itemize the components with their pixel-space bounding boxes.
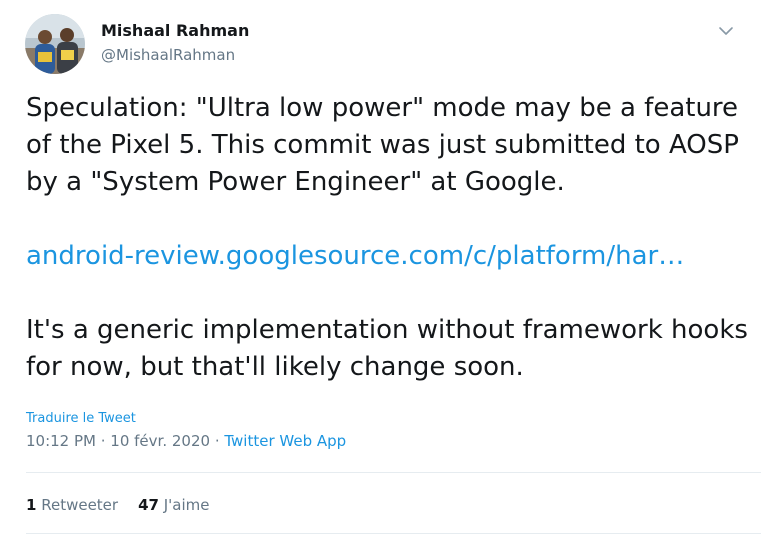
chevron-down-icon[interactable] [714, 20, 738, 42]
tweet-time[interactable]: 10:12 PM [26, 432, 96, 450]
tweet-text-line: by a "System Power Engineer" at Google. [26, 167, 565, 197]
divider [26, 533, 761, 534]
retweets-label: Retweeter [41, 496, 119, 514]
tweet-text-line: Speculation: "Ultra low power" mode may … [26, 93, 739, 123]
tweet-text: Speculation: "Ultra low power" mode may … [26, 90, 748, 386]
tweet-date[interactable]: 10 févr. 2020 [110, 432, 210, 450]
tweet-stats: 1 Retweeter 47 J'aime [26, 496, 210, 514]
likes-label: J'aime [163, 496, 210, 514]
divider [26, 472, 761, 473]
likes-stat[interactable]: 47 J'aime [138, 496, 209, 514]
author-handle[interactable]: @MishaalRahman [101, 46, 235, 64]
source-app-link[interactable]: Twitter Web App [224, 432, 346, 450]
tweet-text-line: of the Pixel 5. This commit was just sub… [26, 130, 739, 160]
tweet-card: Mishaal Rahman @MishaalRahman Speculatio… [0, 0, 761, 537]
tweet-text-line: for now, but that'll likely change soon. [26, 352, 524, 382]
tweet-metadata: 10:12 PM · 10 févr. 2020 · Twitter Web A… [26, 432, 346, 450]
translate-tweet-link[interactable]: Traduire le Tweet [26, 411, 136, 426]
avatar[interactable] [25, 14, 85, 74]
tweet-text-line: It's a generic implementation without fr… [26, 315, 748, 345]
meta-separator: · [95, 432, 111, 450]
retweets-stat[interactable]: 1 Retweeter [26, 496, 118, 514]
profile-photo-icon [25, 14, 85, 74]
author-name[interactable]: Mishaal Rahman [101, 21, 249, 40]
tweet-link[interactable]: android-review.googlesource.com/c/platfo… [26, 241, 684, 271]
retweets-count: 1 [26, 496, 37, 514]
meta-separator: · [210, 432, 225, 450]
likes-count: 47 [138, 496, 159, 514]
